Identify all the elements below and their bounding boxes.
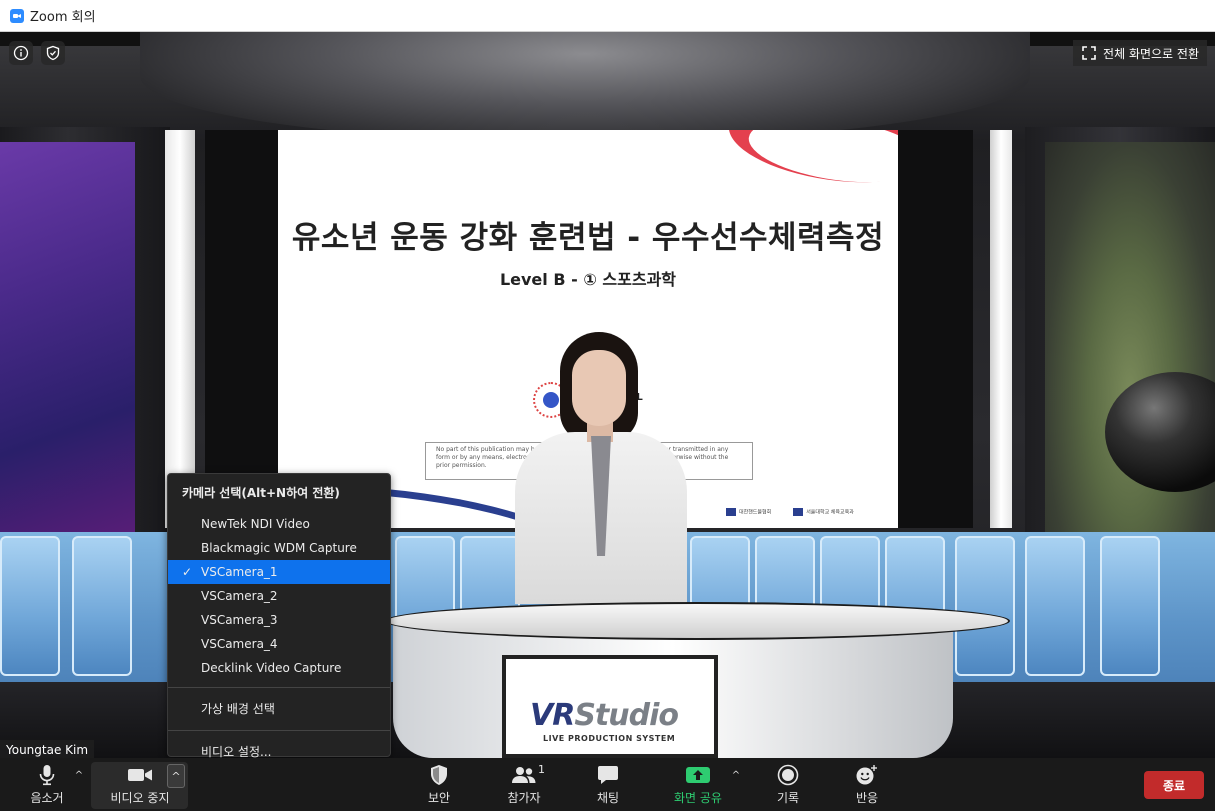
studio-frame-right <box>898 130 973 528</box>
video-camera-icon <box>127 763 153 787</box>
meeting-info-button[interactable] <box>9 41 33 65</box>
window-title: Zoom 회의 <box>30 10 96 25</box>
participants-button[interactable]: 1 참가자 <box>500 758 548 811</box>
camera-option-newtek[interactable]: NewTek NDI Video <box>168 512 390 536</box>
virtual-background-option[interactable]: 가상 배경 선택 <box>168 695 390 723</box>
slide-subtitle: Level B - ① 스포츠과학 <box>499 270 677 289</box>
camera-menu-header: 카메라 선택(Alt+N하여 전환) <box>182 486 340 500</box>
check-icon: ✓ <box>182 565 193 579</box>
camera-option-vscamera-2[interactable]: VSCamera_2 <box>168 584 390 608</box>
caret-up-icon: ^ <box>74 769 84 781</box>
audio-options-caret[interactable]: ^ <box>72 768 86 782</box>
studio-frame-left <box>205 130 278 528</box>
slide-footer-right: 서울대학교 체육교육과 <box>793 508 854 516</box>
presenter <box>515 332 687 604</box>
participant-name-tag: Youngtae Kim <box>0 740 95 758</box>
wall-panel <box>0 536 60 676</box>
fullscreen-button[interactable]: 전체 화면으로 전환 <box>1073 40 1207 66</box>
microphone-icon <box>38 763 56 787</box>
mute-button[interactable]: 음소거 <box>22 758 72 811</box>
fullscreen-icon <box>1082 46 1096 60</box>
camera-select-menu: 카메라 선택(Alt+N하여 전환) NewTek NDI Video Blac… <box>167 473 391 759</box>
caret-up-icon: ^ <box>731 769 741 781</box>
fullscreen-label: 전체 화면으로 전환 <box>1103 46 1199 61</box>
camera-option-vscamera-3[interactable]: VSCamera_3 <box>168 608 390 632</box>
chat-icon <box>597 763 619 787</box>
shield-icon <box>46 45 60 61</box>
share-options-caret[interactable]: ^ <box>729 768 743 782</box>
studio-light-left <box>165 130 195 528</box>
wall-panel <box>72 536 132 676</box>
studio-desk-top <box>385 602 1010 640</box>
info-icon <box>13 45 29 61</box>
window-titlebar: Zoom 회의 <box>0 0 1215 32</box>
encryption-shield-button[interactable] <box>41 41 65 65</box>
end-meeting-button[interactable]: 종료 <box>1144 771 1204 799</box>
camera-option-blackmagic[interactable]: Blackmagic WDM Capture <box>168 536 390 560</box>
record-icon <box>777 763 799 787</box>
vrstudio-tagline: LIVE PRODUCTION SYSTEM <box>543 734 676 743</box>
wall-panel <box>1025 536 1085 676</box>
caret-up-icon: ^ <box>171 769 181 783</box>
meeting-toolbar: 음소거 ^ 비디오 중지 ^ 보안 1 참가자 채팅 화면 공유 ^ 기록 반응… <box>0 758 1215 811</box>
reaction-icon <box>855 763 879 787</box>
chat-button[interactable]: 채팅 <box>588 758 628 811</box>
security-button[interactable]: 보안 <box>418 758 460 811</box>
studio-screen-right <box>1045 142 1215 562</box>
slide-footer-left: 대한핸드볼협회 <box>726 508 771 516</box>
record-button[interactable]: 기록 <box>768 758 808 811</box>
share-screen-button[interactable]: 화면 공유 <box>668 758 728 811</box>
share-screen-icon <box>686 763 710 787</box>
reactions-button[interactable]: 반응 <box>847 758 887 811</box>
menu-separator <box>168 730 390 731</box>
wall-panel <box>1100 536 1160 676</box>
video-options-caret[interactable]: ^ <box>167 764 185 788</box>
camera-option-vscamera-1[interactable]: ✓ VSCamera_1 <box>168 560 390 584</box>
vrstudio-logo: VRStudio <box>530 698 679 733</box>
camera-option-vscamera-4[interactable]: VSCamera_4 <box>168 632 390 656</box>
camera-option-decklink[interactable]: Decklink Video Capture <box>168 656 390 680</box>
wall-panel <box>955 536 1015 676</box>
participants-icon: 1 <box>511 763 545 787</box>
zoom-icon <box>10 8 24 23</box>
slide-footer: 대한핸드볼협회 서울대학교 체육교육과 <box>726 508 854 516</box>
studio-light-right <box>990 130 1012 528</box>
studio-screen-left <box>0 142 135 542</box>
slide-title: 유소년 운동 강화 훈련법 - 우수선수체력측정 <box>291 220 885 256</box>
menu-separator <box>168 687 390 688</box>
studio-ceiling <box>140 32 1030 142</box>
shield-security-icon <box>429 763 449 787</box>
participants-count: 1 <box>538 763 545 776</box>
